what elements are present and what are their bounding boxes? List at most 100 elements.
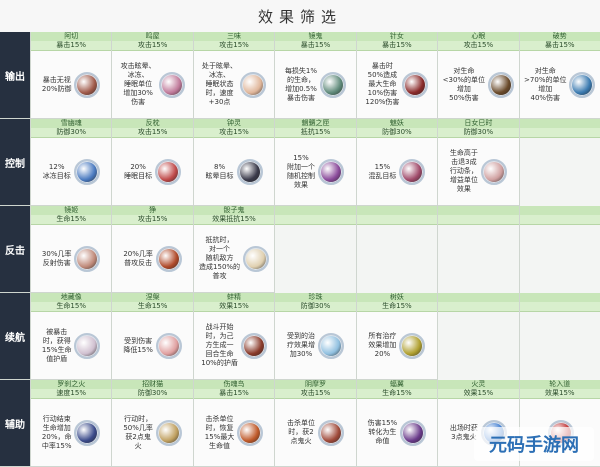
- shikigami-avatar: [74, 419, 101, 446]
- soul-body: 暴击时 50%造成 最大生命 10%伤害 120%伤害: [357, 50, 437, 119]
- soul-cell: 涅槃 生命15% 受到伤害 降低15%: [111, 293, 193, 380]
- soul-cell: [274, 206, 356, 293]
- soul-body: [438, 311, 518, 380]
- soul-body: 20% 睡眠目标: [112, 137, 192, 206]
- shikigami-avatar: [240, 71, 267, 98]
- soul-body: 20%几率 普攻反击: [112, 224, 192, 293]
- effects-grid: 输出 阿切 暴击15% 暴击无视 20%防御 鸣屋 攻击15% 攻击眩晕、 冰冻、 睡眠单位…: [0, 32, 600, 467]
- soul-cell: 雪幽魂 防御30% 12% 冰冻目标: [30, 119, 112, 206]
- soul-cell: 心眼 攻击15% 对生命 <30%的单位 增加 50%伤害: [437, 32, 519, 119]
- soul-body: [520, 224, 600, 293]
- soul-description: 15% 混乱目标: [368, 162, 397, 180]
- soul-cell: 骰子鬼 效果抵抗15% 抵抗时， 对一个 随机敌方 造成150%的 普攻: [192, 206, 275, 293]
- soul-cell: 镜姬 生命15% 30%几率 反射伤害: [30, 206, 112, 293]
- row-label: 反击: [0, 206, 30, 293]
- soul-body: [438, 224, 518, 293]
- soul-description: 受到伤害 降低15%: [123, 336, 153, 354]
- soul-description: 击杀单位 时，恢复 15%最大 生命值: [204, 414, 235, 450]
- shikigami-avatar: [243, 245, 270, 272]
- shikigami-avatar: [237, 419, 264, 446]
- soul-description: 暴击无视 20%防御: [41, 75, 72, 93]
- shikigami-avatar: [402, 71, 429, 98]
- soul-cell: 鸣屋 攻击15% 攻击眩晕、 冰冻、 睡眠单位 增加30% 伤害: [111, 32, 193, 119]
- shikigami-avatar: [320, 71, 347, 98]
- soul-body: [275, 224, 355, 293]
- soul-cell: 伤魂鸟 暴击15% 击杀单位 时，恢复 15%最大 生命值: [192, 380, 275, 467]
- soul-description: 攻击眩晕、 冰冻、 睡眠单位 增加30% 伤害: [120, 62, 156, 106]
- soul-body: 暴击无视 20%防御: [31, 50, 111, 119]
- shikigami-avatar: [155, 419, 182, 446]
- soul-body: 抵抗时， 对一个 随机敌方 造成150%的 普攻: [194, 224, 274, 293]
- soul-body: [357, 224, 437, 293]
- soul-cell: 反枕 攻击15% 20% 睡眠目标: [111, 119, 193, 206]
- soul-description: 对生命 >70%的单位 增加 40%伤害: [524, 66, 567, 102]
- soul-description: 受到的治 疗效果增 加30%: [286, 332, 315, 358]
- soul-body: 受到的治 疗效果增 加30%: [275, 311, 355, 380]
- soul-cell: 狰攻击15% 20%几率 普攻反击: [111, 206, 193, 293]
- shikigami-avatar: [155, 332, 182, 359]
- soul-cell: [355, 206, 438, 293]
- soul-description: 行动结束 生命增加 20%，命 中率15%: [41, 414, 72, 450]
- shikigami-avatar: [569, 71, 596, 98]
- soul-cell: 三味 攻击15% 处于眩晕、 冰冻、 睡眠状态 时，速度 +30点: [192, 32, 275, 119]
- soul-cell: 蝠翼 生命15% 伤害15% 转化为生 命值: [355, 380, 438, 467]
- soul-description: 8% 眩晕目标: [205, 162, 234, 180]
- soul-body: 每损失1% 的生命， 增加0.5% 暴击伤害: [275, 50, 355, 119]
- soul-description: 对生命 <30%的单位 增加 50%伤害: [442, 66, 486, 102]
- shikigami-avatar: [317, 419, 344, 446]
- soul-body: 战斗开始 时，为己 方生成一 回合生命 10%的护盾: [194, 311, 274, 380]
- soul-body: 15% 混乱目标: [357, 137, 437, 206]
- soul-body: [520, 137, 600, 206]
- soul-description: 伤害15% 转化为生 命值: [367, 419, 398, 445]
- soul-cell: 蚌精 效果15% 战斗开始 时，为己 方生成一 回合生命 10%的护盾: [192, 293, 275, 380]
- shikigami-avatar: [236, 158, 263, 185]
- soul-description: 处于眩晕、 冰冻、 睡眠状态 时，速度 +30点: [202, 62, 238, 106]
- soul-description: 30%几率 反射伤害: [41, 249, 72, 267]
- row-label: 辅助: [0, 380, 30, 467]
- soul-cell: [518, 206, 600, 293]
- soul-cell: [437, 293, 519, 380]
- shikigami-avatar: [399, 332, 426, 359]
- shikigami-avatar: [480, 158, 507, 185]
- shikigami-avatar: [74, 71, 101, 98]
- soul-body: 12% 冰冻目标: [31, 137, 111, 206]
- soul-body: 击杀单位 时，获2 点鬼火: [275, 398, 355, 467]
- shikigami-avatar: [317, 158, 344, 185]
- shikigami-avatar: [155, 158, 182, 185]
- soul-body: 生命高于 击退3成 行动条， 增益单位 效果: [438, 137, 518, 206]
- watermark: 元码手游网: [474, 427, 594, 461]
- soul-cell: 罗刹之火 速度15% 行动结束 生命增加 20%，命 中率15%: [30, 380, 112, 467]
- soul-cell: 地藏像 生命15% 被暴击 时，获得 15%生命 值护盾: [30, 293, 112, 380]
- soul-body: 15% 附加一个 随机控制 效果: [275, 137, 355, 206]
- soul-body: 行动时， 50%几率 获2点鬼 火: [112, 398, 192, 467]
- shikigami-avatar: [317, 332, 344, 359]
- row-label: 续航: [0, 293, 30, 380]
- soul-description: 被暴击 时，获得 15%生命 值护盾: [41, 327, 72, 363]
- soul-body: 所有治疗 效果增加 20%: [357, 311, 437, 380]
- soul-description: 击杀单位 时，获2 点鬼火: [286, 419, 315, 445]
- soul-body: 被暴击 时，获得 15%生命 值护盾: [31, 311, 111, 380]
- shikigami-avatar: [400, 419, 427, 446]
- soul-description: 行动时， 50%几率 获2点鬼 火: [123, 414, 153, 450]
- soul-cell: 珍珠 防御30% 受到的治 疗效果增 加30%: [274, 293, 356, 380]
- soul-description: 15% 附加一个 随机控制 效果: [286, 153, 315, 189]
- soul-body: [520, 311, 600, 380]
- soul-body: 攻击眩晕、 冰冻、 睡眠单位 增加30% 伤害: [112, 50, 192, 119]
- soul-body: 30%几率 反射伤害: [31, 224, 111, 293]
- soul-description: 每损失1% 的生命， 增加0.5% 暴击伤害: [284, 66, 318, 102]
- soul-body: 受到伤害 降低15%: [112, 311, 192, 380]
- shikigami-avatar: [74, 332, 101, 359]
- shikigami-avatar: [155, 245, 182, 272]
- soul-cell: 钟灵 攻击15% 8% 眩晕目标: [192, 119, 275, 206]
- soul-body: 处于眩晕、 冰冻、 睡眠状态 时，速度 +30点: [194, 50, 274, 119]
- soul-description: 所有治疗 效果增加 20%: [368, 332, 397, 358]
- page: 效果筛选 输出 阿切 暴击15% 暴击无视 20%防御 鸣屋 攻击15% 攻击眩晕、 冰冻、…: [0, 0, 600, 467]
- soul-description: 暴击时 50%造成 最大生命 10%伤害 120%伤害: [365, 62, 400, 106]
- shikigami-avatar: [240, 332, 267, 359]
- soul-description: 抵抗时， 对一个 随机敌方 造成150%的 普攻: [199, 236, 241, 280]
- soul-cell: 针女 暴击15% 暴击时 50%造成 最大生命 10%伤害 120%伤害: [355, 32, 438, 119]
- shikigami-avatar: [488, 71, 515, 98]
- soul-description: 20%几率 普攻反击: [123, 249, 153, 267]
- soul-cell: 招财猫 防御30% 行动时， 50%几率 获2点鬼 火: [111, 380, 193, 467]
- soul-cell: [437, 206, 519, 293]
